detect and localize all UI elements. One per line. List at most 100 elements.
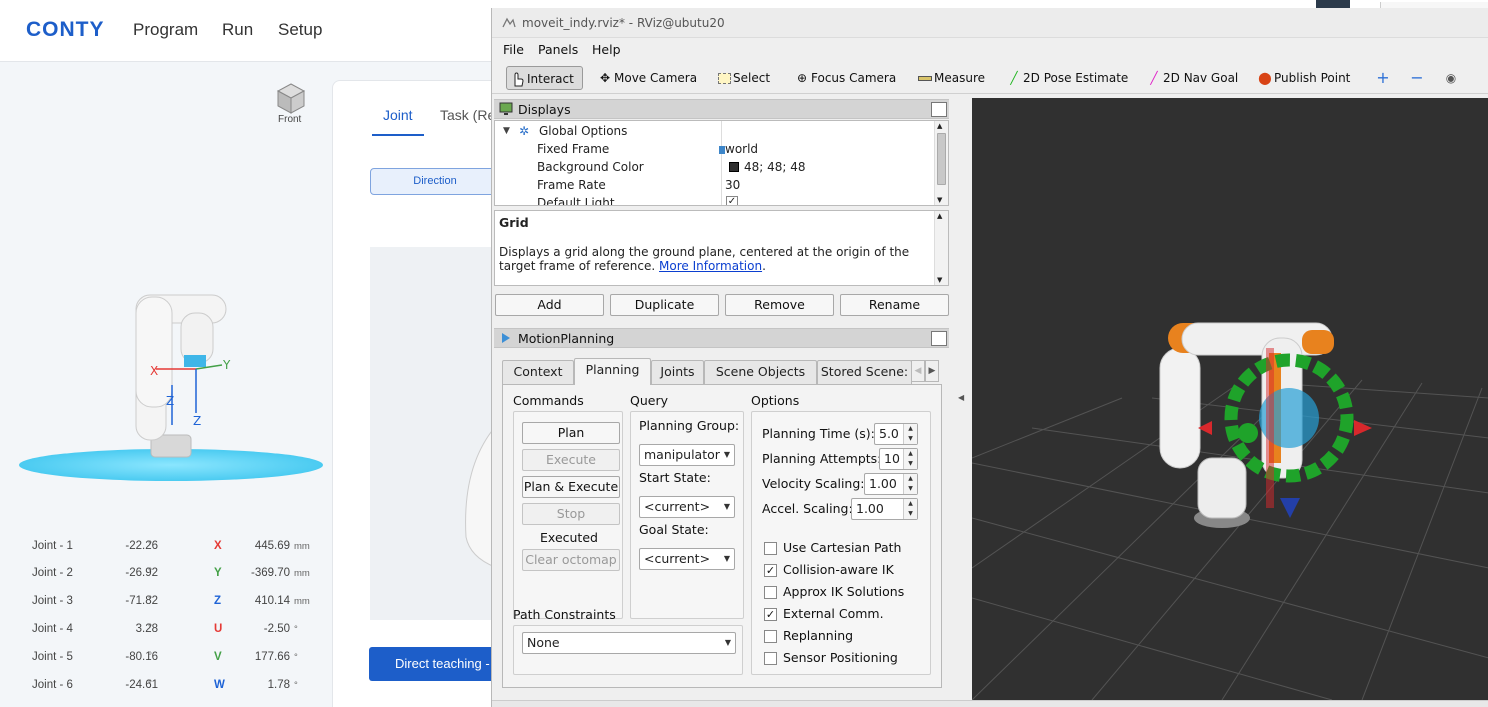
spin-arrows-icon[interactable]: ▲ ▼ [903, 474, 917, 494]
execution-status: Executed [540, 530, 598, 545]
clear-octomap-button[interactable]: Clear octomap [522, 549, 620, 571]
path-constraints-select[interactable]: None ▼ [522, 632, 736, 654]
menu-help[interactable]: Help [592, 42, 621, 57]
plan-button[interactable]: Plan [522, 422, 620, 444]
tree-row-default-light[interactable]: Default Light ✓ [495, 194, 935, 205]
tree-value[interactable]: world [725, 140, 758, 158]
view-eye-icon[interactable]: ◉ [1440, 66, 1456, 90]
tab-task[interactable]: Task (Re [440, 107, 495, 123]
spin-arrows-icon[interactable]: ▲ ▼ [903, 424, 917, 444]
motion-planning-icon [499, 331, 513, 345]
tree-row-frame-rate[interactable]: Frame Rate 30 [495, 176, 935, 194]
tab-joints[interactable]: Joints [651, 360, 704, 384]
direct-teaching-button[interactable]: Direct teaching - [369, 647, 499, 681]
accel-scaling-spinbox[interactable]: 1.00 ▲ ▼ [851, 498, 918, 520]
tool-2d-nav-goal[interactable]: ╱ 2D Nav Goal [1143, 66, 1238, 90]
tab-context[interactable]: Context [502, 360, 574, 384]
goal-state-select[interactable]: <current> ▼ [639, 548, 735, 570]
add-tool-plus-icon[interactable]: + [1372, 66, 1389, 90]
option-checkbox-label[interactable]: Collision-aware IK [783, 562, 894, 577]
tree-value[interactable]: 48; 48; 48 [744, 158, 806, 176]
option-checkbox-label[interactable]: Sensor Positioning [783, 650, 898, 665]
planning-attempts-spinbox[interactable]: 10 ▲ ▼ [879, 448, 918, 470]
rename-button[interactable]: Rename [840, 294, 949, 316]
path-constraints-group: None ▼ [513, 625, 743, 675]
stop-button[interactable]: Stop [522, 503, 620, 525]
rviz-title: moveit_indy.rviz* - RViz@ubutu20 [522, 16, 725, 30]
planning-time-spinbox[interactable]: 5.0 ▲ ▼ [874, 423, 918, 445]
color-swatch[interactable] [729, 162, 739, 172]
motion-planning-title: MotionPlanning [518, 331, 615, 346]
tree-scroll-thumb[interactable] [937, 133, 946, 185]
more-information-link[interactable]: More Information [659, 259, 762, 273]
tool-interact[interactable]: Interact [506, 66, 583, 90]
tree-scrollbar[interactable]: ▲ ▼ [934, 121, 948, 205]
default-light-checkbox[interactable]: ✓ [726, 196, 738, 205]
tool-publish-point[interactable]: ⬤ Publish Point [1254, 66, 1350, 90]
tool-move-camera[interactable]: ✥ Move Camera [594, 66, 697, 90]
description-scrollbar[interactable]: ▲ ▼ [934, 211, 948, 285]
execute-button[interactable]: Execute [522, 449, 620, 471]
option-checkbox-label[interactable]: Replanning [783, 628, 853, 643]
option-checkbox[interactable] [764, 652, 777, 665]
tab-scroll-left-icon[interactable]: ◀ [911, 360, 925, 382]
collapse-arrow-icon[interactable]: ▼ [503, 122, 510, 140]
conty-robot-3d-view[interactable]: X Y Z Z [16, 285, 326, 485]
option-checkbox[interactable]: ✓ [764, 608, 777, 621]
tool-measure[interactable]: Measure [914, 66, 985, 90]
plan-execute-button[interactable]: Plan & Execute [522, 476, 620, 498]
tool-pose-estimate-label: 2D Pose Estimate [1023, 71, 1129, 85]
motion-planning-panel-header: MotionPlanning [494, 328, 949, 348]
menu-panels[interactable]: Panels [538, 42, 578, 57]
start-state-select[interactable]: <current> ▼ [639, 496, 735, 518]
tree-row-global-options[interactable]: ▼ ✲ Global Options [495, 122, 935, 140]
add-button[interactable]: Add [495, 294, 604, 316]
scroll-up-icon[interactable]: ▲ [937, 212, 942, 220]
nav-setup[interactable]: Setup [278, 20, 322, 40]
cartesian-axis: Y [214, 567, 222, 579]
option-checkbox-label[interactable]: Use Cartesian Path [783, 540, 901, 555]
splitter-collapse-icon[interactable]: ◀ [958, 393, 964, 402]
query-group: Planning Group: manipulator ▼ Start Stat… [630, 411, 744, 619]
tool-select[interactable]: Select [713, 66, 770, 90]
scroll-down-icon[interactable]: ▼ [937, 196, 942, 204]
velocity-scaling-spinbox[interactable]: 1.00 ▲ ▼ [864, 473, 918, 495]
tab-scene-objects[interactable]: Scene Objects [704, 360, 817, 384]
tree-row-fixed-frame[interactable]: Fixed Frame world [495, 140, 935, 158]
option-checkbox[interactable] [764, 630, 777, 643]
spin-arrows-icon[interactable]: ▲ ▼ [903, 499, 917, 519]
nav-program[interactable]: Program [133, 20, 198, 40]
planning-group-value: manipulator [644, 447, 720, 462]
planning-group-select[interactable]: manipulator ▼ [639, 444, 735, 466]
tree-row-background-color[interactable]: Background Color 48; 48; 48 [495, 158, 935, 176]
tool-focus-camera[interactable]: ⊕ Focus Camera [791, 66, 896, 90]
remove-button[interactable]: Remove [725, 294, 834, 316]
option-checkbox[interactable] [764, 586, 777, 599]
tab-stored-scenes[interactable]: Stored Scene: [817, 360, 912, 384]
rviz-3d-viewport[interactable] [972, 98, 1488, 700]
tab-joint[interactable]: Joint [383, 107, 413, 123]
scroll-down-icon[interactable]: ▼ [937, 276, 942, 284]
rviz-titlebar[interactable]: moveit_indy.rviz* - RViz@ubutu20 [492, 8, 1488, 38]
option-checkbox-label[interactable]: External Comm. [783, 606, 884, 621]
axis-z2-label: Z [193, 414, 201, 428]
scroll-up-icon[interactable]: ▲ [937, 122, 942, 130]
nav-run[interactable]: Run [222, 20, 253, 40]
tab-scroll-right-icon[interactable]: ▶ [925, 360, 939, 382]
motion-planning-tabs: Context Planning Joints Scene Objects St… [502, 358, 942, 385]
direction-button[interactable]: Direction [370, 168, 500, 195]
cartesian-axis: W [214, 679, 225, 691]
tab-planning[interactable]: Planning [574, 358, 651, 385]
tool-2d-pose-estimate[interactable]: ╱ 2D Pose Estimate [1003, 66, 1128, 90]
spin-arrows-icon[interactable]: ▲ ▼ [903, 449, 917, 469]
option-checkbox[interactable]: ✓ [764, 564, 777, 577]
motion-planning-close-checkbox[interactable] [931, 331, 947, 346]
conty-jog-canvas[interactable] [370, 247, 496, 620]
remove-tool-minus-icon[interactable]: − [1406, 66, 1423, 90]
displays-close-checkbox[interactable] [931, 102, 947, 117]
tree-value[interactable]: 30 [725, 176, 740, 194]
menu-file[interactable]: File [503, 42, 524, 57]
option-checkbox[interactable] [764, 542, 777, 555]
option-checkbox-label[interactable]: Approx IK Solutions [783, 584, 904, 599]
duplicate-button[interactable]: Duplicate [610, 294, 719, 316]
